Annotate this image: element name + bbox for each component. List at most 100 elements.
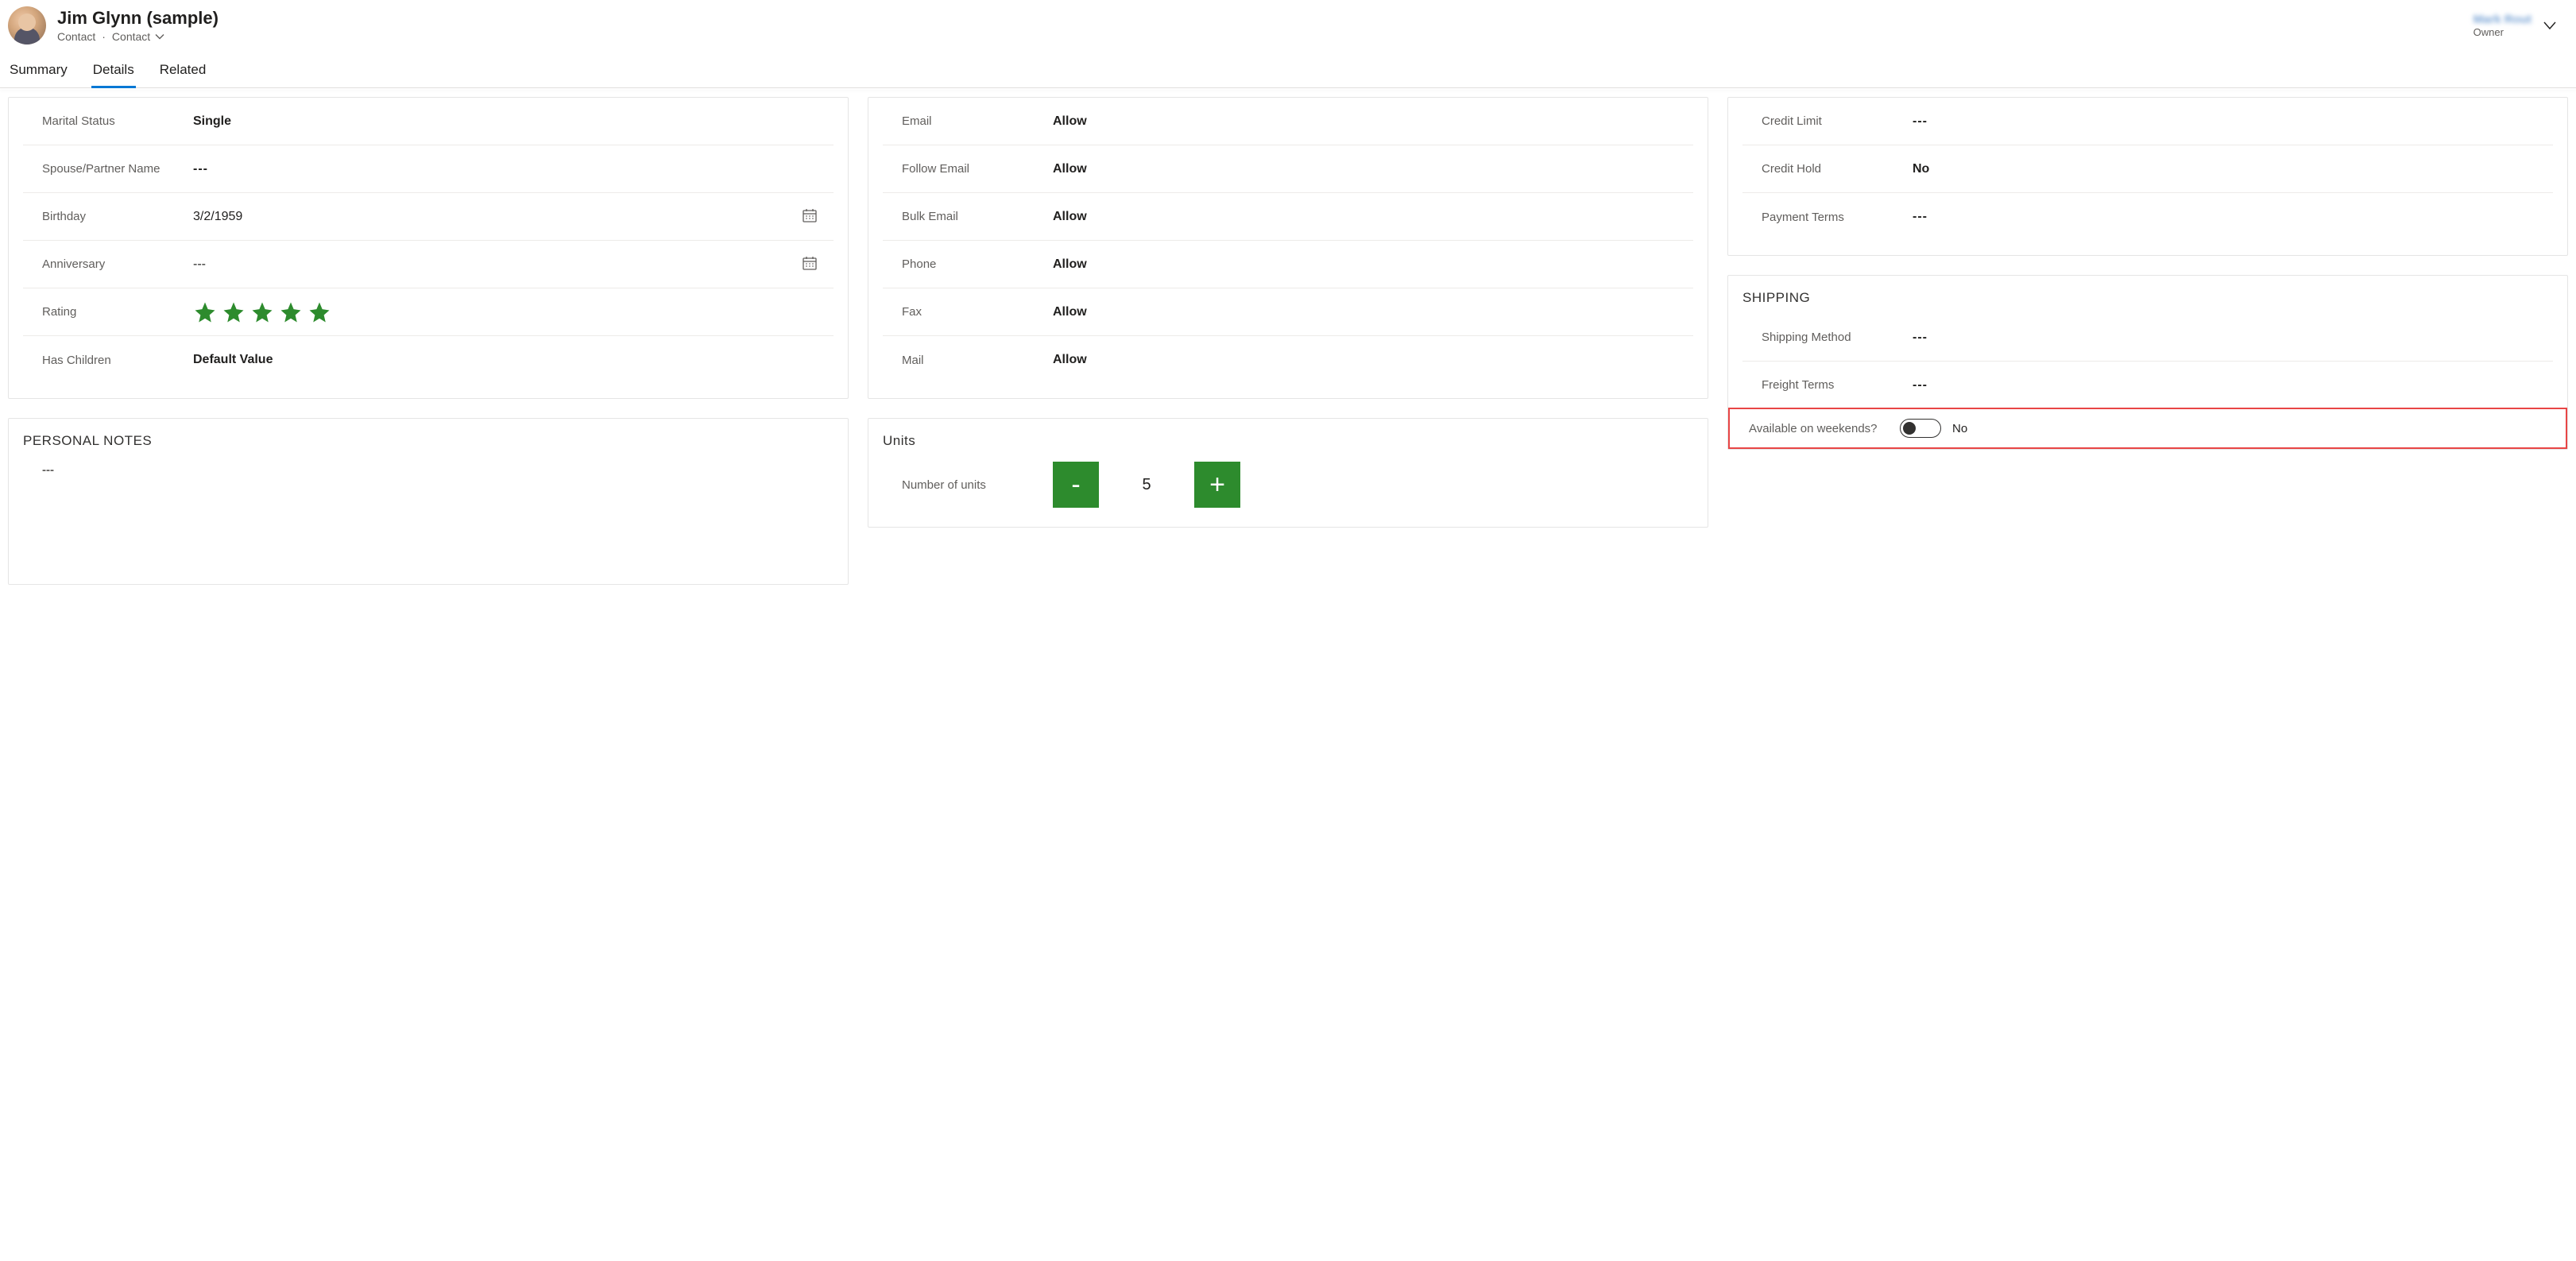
owner-label: Owner [2474, 26, 2532, 38]
calendar-icon[interactable] [802, 207, 818, 226]
toggle-knob [1903, 422, 1916, 435]
field-marital-status[interactable]: Marital Status Single [23, 98, 834, 145]
field-fax[interactable]: Fax Allow [883, 288, 1693, 336]
units-decrement-button[interactable]: - [1053, 462, 1099, 508]
label-available-weekends: Available on weekends? [1749, 422, 1900, 435]
value-mail: Allow [1053, 353, 1677, 367]
field-credit-limit[interactable]: Credit Limit --- [1742, 98, 2553, 145]
label-shipping-method: Shipping Method [1762, 331, 1913, 344]
personal-notes-value[interactable]: --- [23, 457, 834, 483]
label-anniversary: Anniversary [42, 257, 193, 271]
header-left: Jim Glynn (sample) Contact · Contact [8, 6, 219, 44]
label-mail: Mail [902, 354, 1053, 367]
weekends-toggle-label: No [1952, 422, 1967, 435]
field-anniversary[interactable]: Anniversary --- [23, 241, 834, 288]
value-bulk-email: Allow [1053, 210, 1677, 224]
entity-name: Contact [57, 30, 95, 43]
label-spouse: Spouse/Partner Name [42, 162, 193, 176]
value-follow-email: Allow [1053, 162, 1677, 176]
label-freight-terms: Freight Terms [1762, 378, 1913, 392]
units-row: Number of units - 5 + [883, 457, 1693, 513]
field-has-children[interactable]: Has Children Default Value [23, 336, 834, 384]
field-freight-terms[interactable]: Freight Terms --- [1742, 362, 2553, 409]
form-selector-label: Contact [112, 30, 150, 43]
label-marital-status: Marital Status [42, 114, 193, 128]
record-header: Jim Glynn (sample) Contact · Contact Mar… [0, 0, 2576, 49]
shipping-title: SHIPPING [1742, 276, 2553, 314]
label-has-children: Has Children [42, 354, 193, 367]
column-3: Credit Limit --- Credit Hold No Payment … [1727, 97, 2568, 585]
contact-avatar[interactable] [8, 6, 46, 44]
label-credit-limit: Credit Limit [1762, 114, 1913, 128]
field-follow-email[interactable]: Follow Email Allow [883, 145, 1693, 193]
star-icon[interactable] [307, 300, 331, 324]
star-icon[interactable] [250, 300, 274, 324]
shipping-card: SHIPPING Shipping Method --- Freight Ter… [1727, 275, 2568, 450]
star-icon[interactable] [193, 300, 217, 324]
star-icon[interactable] [279, 300, 303, 324]
value-email: Allow [1053, 114, 1677, 129]
record-subtitle: Contact · Contact [57, 30, 219, 43]
chevron-down-icon [2543, 18, 2557, 33]
field-credit-hold[interactable]: Credit Hold No [1742, 145, 2553, 193]
value-phone: Allow [1053, 257, 1677, 272]
label-credit-hold: Credit Hold [1762, 162, 1913, 176]
form-selector[interactable]: Contact [112, 30, 164, 43]
tab-summary[interactable]: Summary [8, 54, 69, 87]
value-credit-hold: No [1913, 162, 2537, 176]
value-spouse: --- [193, 162, 818, 176]
calendar-icon[interactable] [802, 255, 818, 273]
value-rating [193, 300, 818, 324]
label-fax: Fax [902, 305, 1053, 319]
value-marital-status: Single [193, 114, 818, 129]
units-value[interactable]: 5 [1099, 476, 1194, 494]
billing-card: Credit Limit --- Credit Hold No Payment … [1727, 97, 2568, 256]
label-payment-terms: Payment Terms [1762, 211, 1913, 224]
label-email: Email [902, 114, 1053, 128]
owner-block[interactable]: Mark Rout Owner [2474, 13, 2532, 38]
units-title: Units [883, 419, 1693, 457]
header-expand-button[interactable] [2541, 17, 2559, 34]
chevron-down-icon [155, 32, 164, 41]
field-mail[interactable]: Mail Allow [883, 336, 1693, 384]
personal-notes-card: PERSONAL NOTES --- [8, 418, 849, 585]
value-shipping-method: --- [1913, 331, 2537, 345]
label-rating: Rating [42, 305, 193, 319]
value-freight-terms: --- [1913, 378, 2537, 393]
header-right: Mark Rout Owner [2474, 13, 2568, 38]
field-birthday[interactable]: Birthday 3/2/1959 [23, 193, 834, 241]
field-phone[interactable]: Phone Allow [883, 241, 1693, 288]
label-phone: Phone [902, 257, 1053, 271]
tab-related[interactable]: Related [158, 54, 208, 87]
field-shipping-method[interactable]: Shipping Method --- [1742, 314, 2553, 362]
column-1: Marital Status Single Spouse/Partner Nam… [8, 97, 849, 585]
units-label: Number of units [902, 478, 1053, 492]
field-spouse[interactable]: Spouse/Partner Name --- [23, 145, 834, 193]
label-follow-email: Follow Email [902, 162, 1053, 176]
value-fax: Allow [1053, 305, 1677, 319]
value-birthday: 3/2/1959 [193, 210, 795, 224]
units-increment-button[interactable]: + [1194, 462, 1240, 508]
field-bulk-email[interactable]: Bulk Email Allow [883, 193, 1693, 241]
label-bulk-email: Bulk Email [902, 210, 1053, 223]
value-credit-limit: --- [1913, 114, 2537, 129]
highlighted-region: Available on weekends? No [1728, 408, 2567, 449]
star-icon[interactable] [222, 300, 246, 324]
personal-card: Marital Status Single Spouse/Partner Nam… [8, 97, 849, 399]
title-block: Jim Glynn (sample) Contact · Contact [57, 8, 219, 43]
separator-dot: · [102, 30, 106, 43]
value-has-children: Default Value [193, 353, 818, 367]
field-available-weekends[interactable]: Available on weekends? No [1730, 409, 2566, 447]
tabs: Summary Details Related [0, 49, 2576, 88]
weekends-toggle[interactable] [1900, 419, 1941, 438]
units-card: Units Number of units - 5 + [868, 418, 1708, 528]
label-birthday: Birthday [42, 210, 193, 223]
tab-details[interactable]: Details [91, 54, 136, 87]
field-email[interactable]: Email Allow [883, 98, 1693, 145]
value-anniversary: --- [193, 257, 795, 272]
field-payment-terms[interactable]: Payment Terms --- [1742, 193, 2553, 241]
record-title: Jim Glynn (sample) [57, 8, 219, 29]
value-payment-terms: --- [1913, 210, 2537, 224]
field-rating[interactable]: Rating [23, 288, 834, 336]
column-2: Email Allow Follow Email Allow Bulk Emai… [868, 97, 1708, 585]
